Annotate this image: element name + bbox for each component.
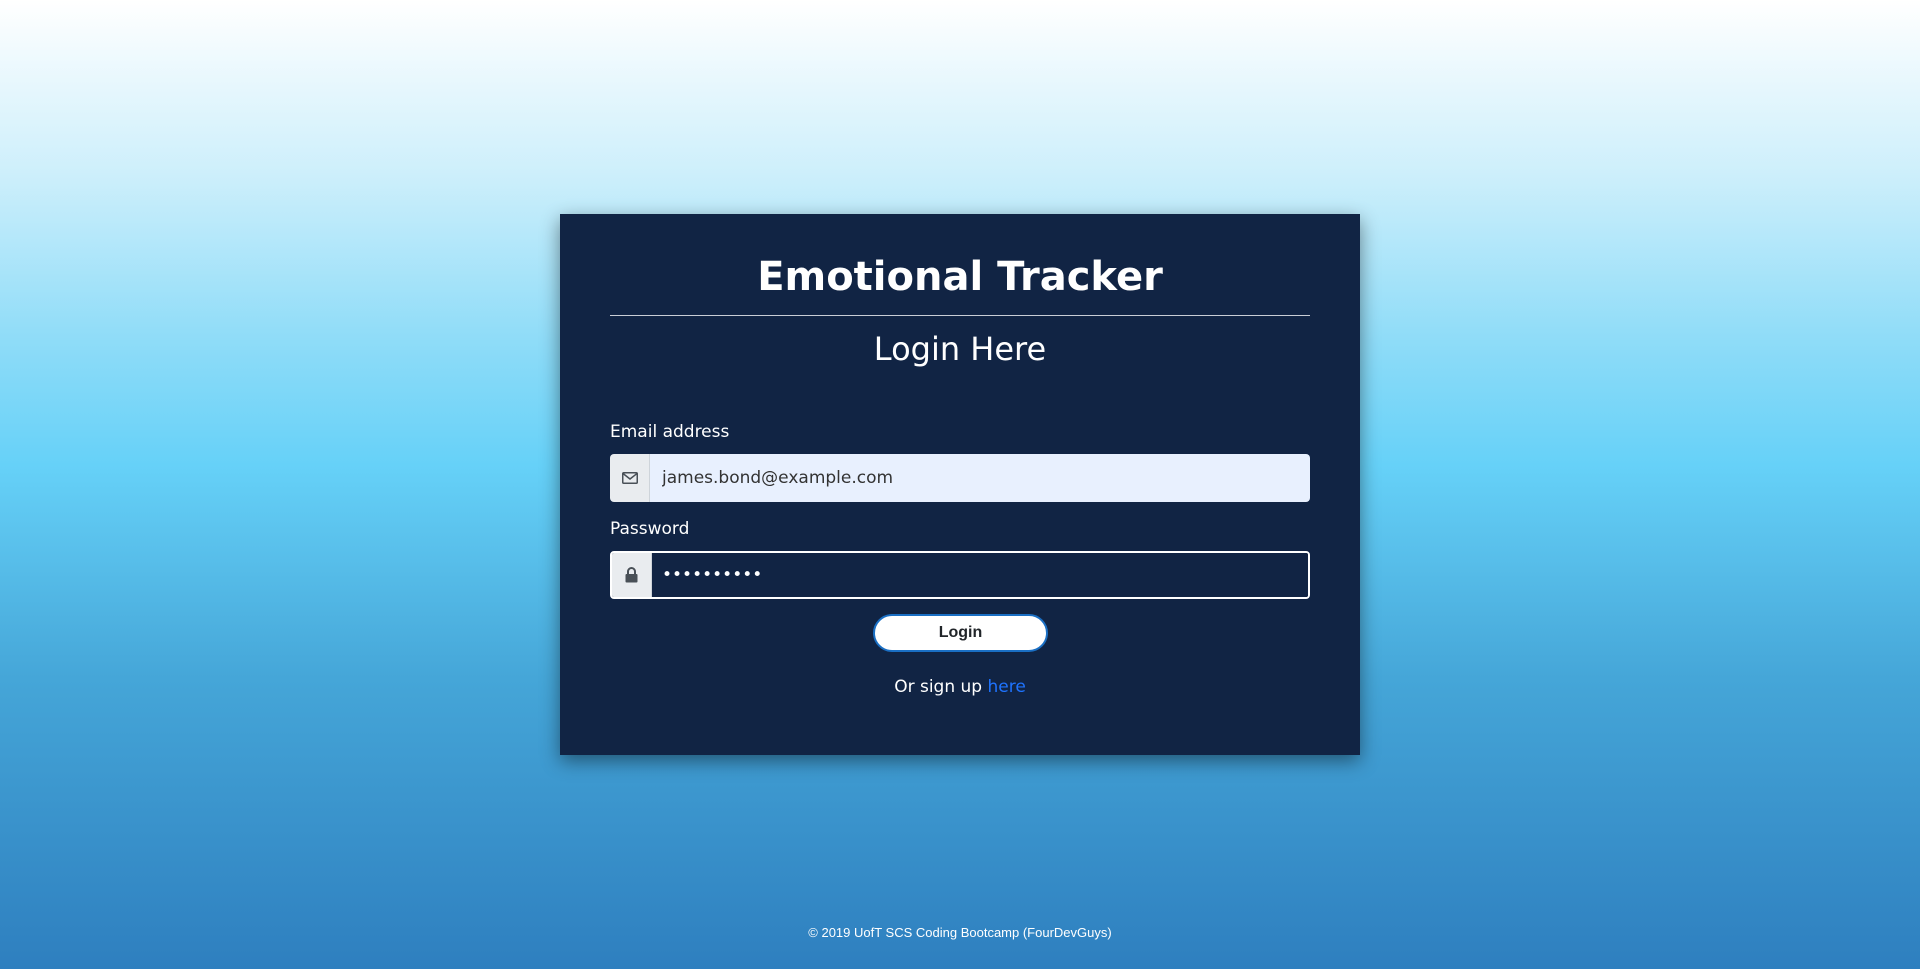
title-divider bbox=[610, 315, 1310, 316]
email-input-group bbox=[610, 454, 1310, 502]
envelope-icon bbox=[610, 454, 650, 502]
footer-copyright: © 2019 UofT SCS Coding Bootcamp (FourDev… bbox=[808, 925, 1112, 940]
email-label: Email address bbox=[610, 422, 730, 442]
password-input-group bbox=[610, 551, 1310, 599]
signup-link[interactable]: here bbox=[987, 677, 1025, 697]
login-button[interactable]: Login bbox=[873, 614, 1048, 652]
page-subtitle: Login Here bbox=[873, 330, 1047, 368]
lock-icon bbox=[612, 553, 652, 597]
password-input[interactable] bbox=[652, 553, 1308, 597]
signup-prefix: Or sign up bbox=[894, 677, 988, 697]
email-input[interactable] bbox=[650, 454, 1310, 502]
signup-prompt: Or sign up here bbox=[560, 677, 1360, 697]
app-title: Emotional Tracker bbox=[757, 254, 1163, 300]
login-card: Emotional Tracker Login Here Email addre… bbox=[560, 214, 1360, 755]
password-label: Password bbox=[610, 519, 690, 539]
